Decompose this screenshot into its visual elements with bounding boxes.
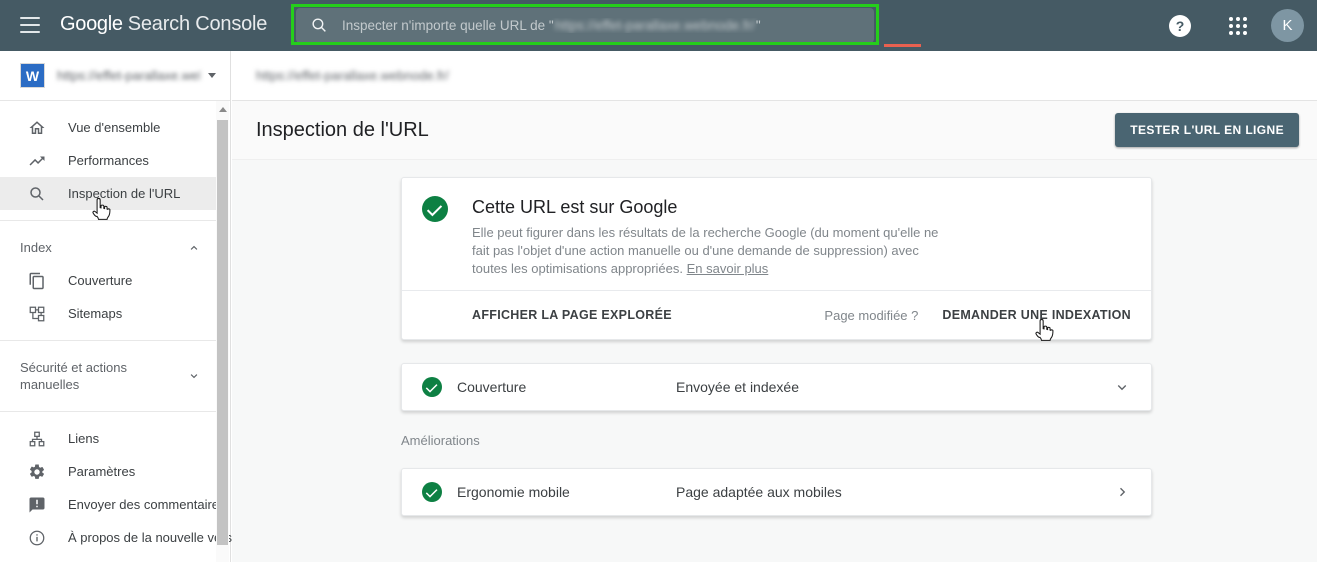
breadcrumb[interactable]: https://effet-parallaxe.webnode.fr/ (256, 68, 449, 83)
sidebar-item-settings[interactable]: Paramètres (0, 455, 217, 488)
search-placeholder-url: https://effet-parallaxe.webnode.fr/ (555, 18, 755, 33)
sidebar-item-links[interactable]: Liens (0, 422, 217, 455)
chevron-up-icon (187, 241, 201, 255)
sidebar-item-old-version[interactable]: Accéder à l'ancienne version (0, 554, 217, 562)
help-icon[interactable]: ? (1169, 15, 1191, 37)
logo-product: Search Console (128, 13, 268, 35)
sidebar-item-label: Liens (68, 431, 99, 446)
breadcrumb-bar: https://effet-parallaxe.webnode.fr/ (232, 51, 1317, 101)
sidebar: W https://effet-parallaxe.webno... Vue d… (0, 51, 231, 562)
improvements-section-label: Améliorations (401, 433, 1152, 448)
top-app-bar: GoogleSearch Console Inspecter n'importe… (0, 0, 1317, 51)
coverage-value: Envoyée et indexée (676, 379, 799, 395)
learn-more-link[interactable]: En savoir plus (687, 261, 769, 276)
search-placeholder: Inspecter n'importe quelle URL de "https… (342, 18, 761, 33)
page-header: Inspection de l'URL TESTER L'URL EN LIGN… (232, 101, 1317, 160)
sidebar-item-overview[interactable]: Vue d'ensemble (0, 111, 217, 144)
feedback-icon (28, 496, 46, 514)
section-label: Index (20, 239, 52, 256)
mobile-usability-label: Ergonomie mobile (457, 484, 570, 500)
page-modified-label: Page modifiée ? (824, 308, 918, 323)
status-card-footer: AFFICHER LA PAGE EXPLORÉE Page modifiée … (402, 290, 1151, 339)
sidebar-item-label: Sitemaps (68, 306, 122, 321)
performance-icon (28, 152, 46, 170)
sidebar-item-label: Performances (68, 153, 149, 168)
property-selector[interactable]: W https://effet-parallaxe.webno... (0, 51, 230, 101)
status-title: Cette URL est sur Google (472, 196, 944, 218)
sidebar-nav: Vue d'ensemble Performances Inspection d… (0, 101, 217, 562)
chevron-down-icon (187, 369, 201, 383)
cards-column: Cette URL est sur Google Elle peut figur… (401, 160, 1152, 516)
sidebar-scrollbar[interactable] (216, 101, 229, 562)
request-indexing-button[interactable]: DEMANDER UNE INDEXATION (942, 308, 1131, 322)
property-url: https://effet-parallaxe.webno... (57, 68, 200, 83)
sidebar-item-feedback[interactable]: Envoyer des commentaires (0, 488, 217, 521)
view-crawled-page-button[interactable]: AFFICHER LA PAGE EXPLORÉE (472, 308, 672, 322)
divider (0, 411, 217, 412)
chevron-down-icon[interactable] (1113, 378, 1131, 396)
property-favicon: W (20, 63, 45, 88)
settings-icon (28, 463, 46, 481)
apps-grid-icon[interactable] (1229, 17, 1247, 35)
avatar[interactable]: K (1271, 9, 1304, 42)
sidebar-item-url-inspection[interactable]: Inspection de l'URL (0, 177, 217, 210)
chevron-down-icon (208, 73, 216, 78)
test-live-url-button[interactable]: TESTER L'URL EN LIGNE (1115, 113, 1299, 147)
coverage-row[interactable]: Couverture Envoyée et indexée (401, 363, 1152, 411)
sidebar-item-about-new-version[interactable]: À propos de la nouvelle vers... (0, 521, 217, 554)
success-check-icon (422, 482, 442, 502)
divider (0, 340, 217, 341)
sidebar-item-label: Inspection de l'URL (68, 186, 180, 201)
url-inspect-search-input[interactable]: Inspecter n'importe quelle URL de "https… (296, 8, 874, 43)
scrollbar-thumb[interactable] (217, 120, 228, 545)
sidebar-item-label: Vue d'ensemble (68, 120, 160, 135)
sidebar-item-label: Paramètres (68, 464, 135, 479)
status-description: Elle peut figurer dans les résultats de … (472, 224, 944, 278)
section-security-manual-actions[interactable]: Sécurité et actions manuelles (0, 351, 217, 401)
section-index[interactable]: Index (0, 231, 217, 264)
main-content: https://effet-parallaxe.webnode.fr/ Insp… (232, 51, 1317, 562)
mobile-usability-row[interactable]: Ergonomie mobile Page adaptée aux mobile… (401, 468, 1152, 516)
sidebar-item-label: Couverture (68, 273, 132, 288)
url-status-card: Cette URL est sur Google Elle peut figur… (401, 177, 1152, 340)
sidebar-item-performances[interactable]: Performances (0, 144, 217, 177)
url-inspection-icon (28, 185, 46, 203)
links-icon (28, 430, 46, 448)
search-icon (310, 16, 329, 35)
topbar-actions: ? K (1169, 0, 1317, 51)
section-label: Sécurité et actions manuelles (20, 359, 170, 393)
info-icon (28, 529, 46, 547)
success-check-icon (422, 196, 448, 222)
home-icon (28, 119, 46, 137)
app-logo[interactable]: GoogleSearch Console (60, 13, 267, 36)
divider (0, 220, 217, 221)
scrollbar-up-arrow-icon[interactable] (216, 101, 229, 117)
coverage-icon (28, 272, 46, 290)
sidebar-item-sitemaps[interactable]: Sitemaps (0, 297, 217, 330)
sidebar-item-coverage[interactable]: Couverture (0, 264, 217, 297)
chevron-right-icon[interactable] (1113, 483, 1131, 501)
sidebar-item-label: Envoyer des commentaires (68, 497, 226, 512)
hamburger-menu-icon[interactable] (20, 17, 40, 33)
success-check-icon (422, 377, 442, 397)
coverage-label: Couverture (457, 379, 526, 395)
logo-google: Google (60, 13, 123, 35)
mobile-usability-value: Page adaptée aux mobiles (676, 484, 842, 500)
sitemaps-icon (28, 305, 46, 323)
page-title: Inspection de l'URL (256, 119, 429, 142)
